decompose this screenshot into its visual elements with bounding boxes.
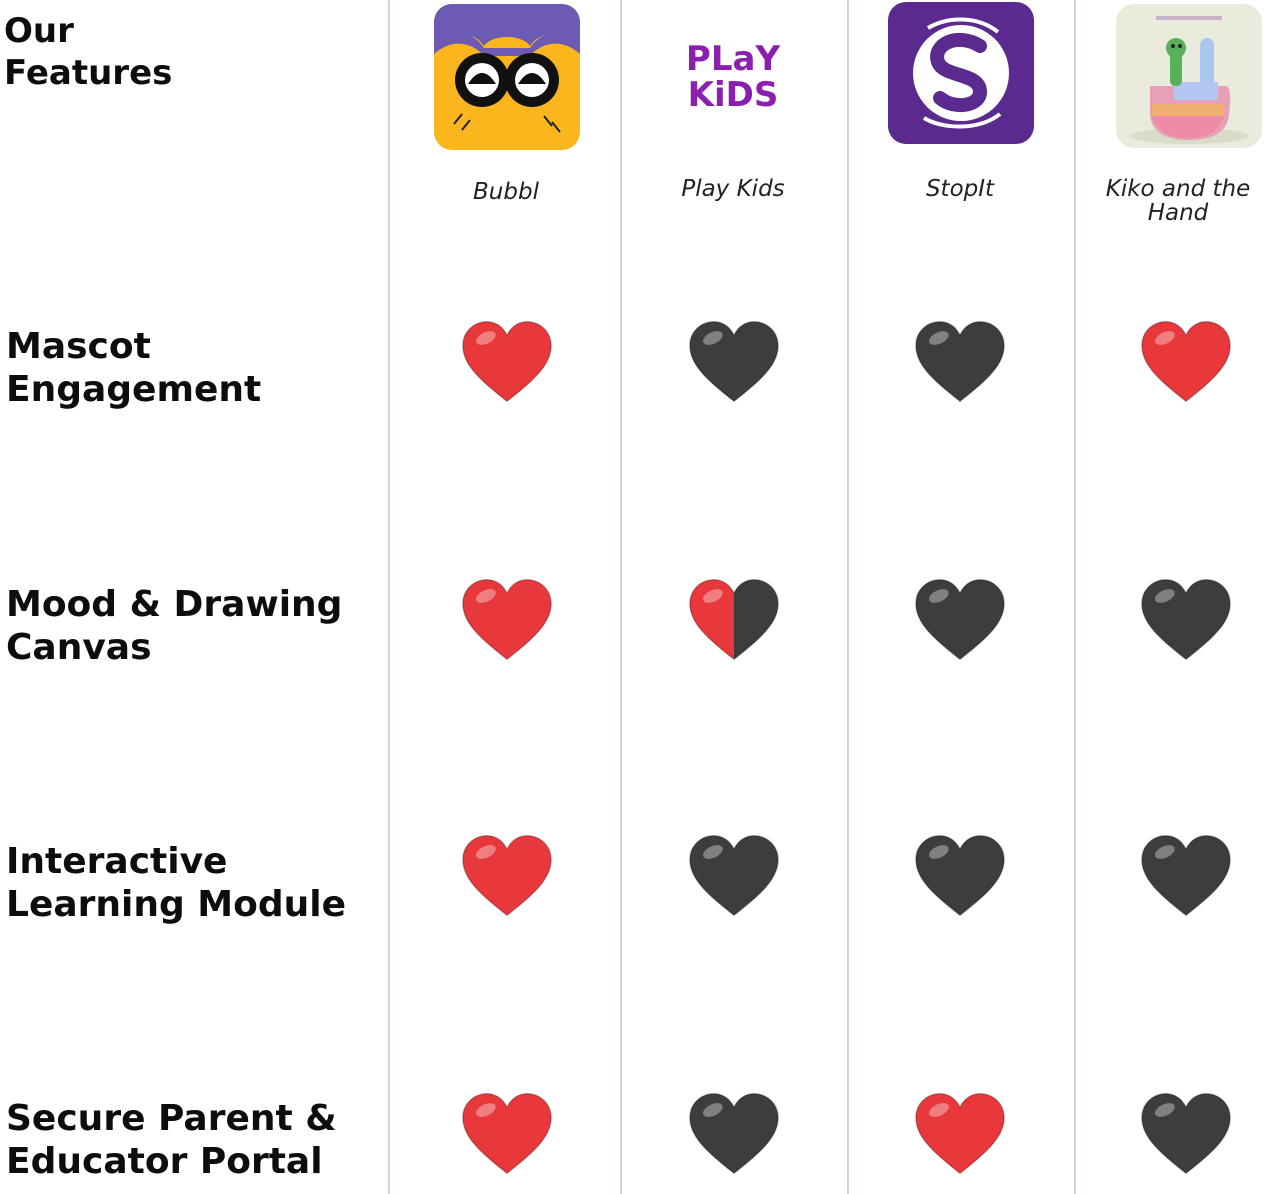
stopit-logo-icon xyxy=(888,2,1034,144)
app-name-kiko: Kiko and the Hand xyxy=(1105,176,1251,226)
heart-full-icon xyxy=(912,1090,1008,1178)
heart-none-icon xyxy=(912,832,1008,920)
heart-none-icon xyxy=(1138,1090,1234,1178)
app-name-bubbl: Bubbl xyxy=(473,179,539,205)
heart-half-icon xyxy=(686,576,782,664)
feature-label-secure-portal: Secure Parent & Educator Portal xyxy=(6,1098,337,1182)
page-title: Our Features xyxy=(4,10,172,94)
feature-label-mood-drawing-canvas: Mood & Drawing Canvas xyxy=(6,584,343,668)
column-divider xyxy=(847,0,849,1194)
heart-none-icon xyxy=(686,1090,782,1178)
heart-none-icon xyxy=(1138,576,1234,664)
svg-text:PLaY: PLaY xyxy=(686,39,781,79)
heart-full-icon xyxy=(459,576,555,664)
column-divider xyxy=(388,0,390,1194)
kiko-hand-icon xyxy=(1116,4,1262,148)
feature-label-mascot-engagement: Mascot Engagement xyxy=(6,326,262,410)
heart-none-icon xyxy=(912,318,1008,406)
heart-none-icon xyxy=(1138,832,1234,920)
svg-text:KiDS: KiDS xyxy=(688,75,779,115)
heart-none-icon xyxy=(686,832,782,920)
heart-none-icon xyxy=(686,318,782,406)
feature-label-interactive-learning: Interactive Learning Module xyxy=(6,841,347,925)
column-divider xyxy=(1074,0,1076,1194)
bubbl-mascot-icon xyxy=(434,4,580,150)
app-name-stopit: StopIt xyxy=(925,176,995,202)
heart-full-icon xyxy=(459,1090,555,1178)
app-name-play-kids: Play Kids xyxy=(681,176,785,202)
heart-full-icon xyxy=(459,832,555,920)
heart-full-icon xyxy=(459,318,555,406)
page-title-line-2: Features xyxy=(4,53,173,93)
page-title-line-1: Our xyxy=(4,11,74,51)
playkids-logo-icon: PLaY KiDS xyxy=(660,22,806,132)
column-divider xyxy=(620,0,622,1194)
heart-none-icon xyxy=(912,576,1008,664)
heart-full-icon xyxy=(1138,318,1234,406)
